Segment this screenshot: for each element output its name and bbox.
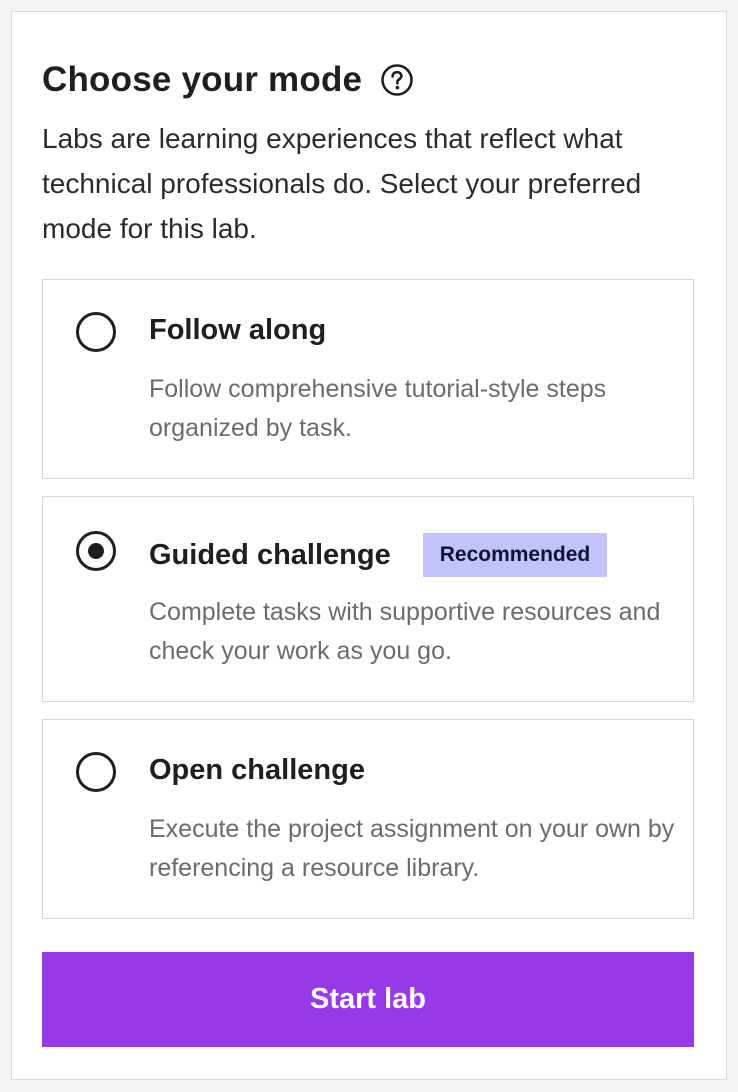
option-title: Follow along <box>149 314 327 346</box>
intro-text: Labs are learning experiences that refle… <box>42 123 642 244</box>
page-title: Choose your mode <box>42 60 363 99</box>
radio-button[interactable] <box>76 752 116 792</box>
option-description: Follow comprehensive tutorial-style step… <box>149 375 607 442</box>
option-description: Complete tasks with supportive resources… <box>149 598 661 665</box>
radio-button-selected[interactable] <box>76 531 116 571</box>
title-row: Choose your mode <box>42 60 414 100</box>
option-title: Open challenge <box>149 754 365 786</box>
option-header: Guided challenge Recommended <box>149 533 608 577</box>
mode-selection-card: Choose your mode Labs are learning exper… <box>11 11 727 1080</box>
start-lab-button[interactable]: Start lab <box>42 952 694 1047</box>
option-header: Follow along <box>149 314 326 347</box>
option-header: Open challenge <box>149 754 365 787</box>
mode-option-guided-challenge[interactable]: Guided challenge Recommended Complete ta… <box>42 496 694 702</box>
mode-option-follow-along[interactable]: Follow along Follow comprehensive tutori… <box>42 279 694 479</box>
option-title: Guided challenge <box>149 538 391 571</box>
mode-option-open-challenge[interactable]: Open challenge Execute the project assig… <box>42 719 694 919</box>
question-circle-icon[interactable] <box>380 63 414 97</box>
option-description: Execute the project assignment on your o… <box>149 815 675 882</box>
radio-button[interactable] <box>76 312 116 352</box>
recommended-badge: Recommended <box>422 533 608 577</box>
